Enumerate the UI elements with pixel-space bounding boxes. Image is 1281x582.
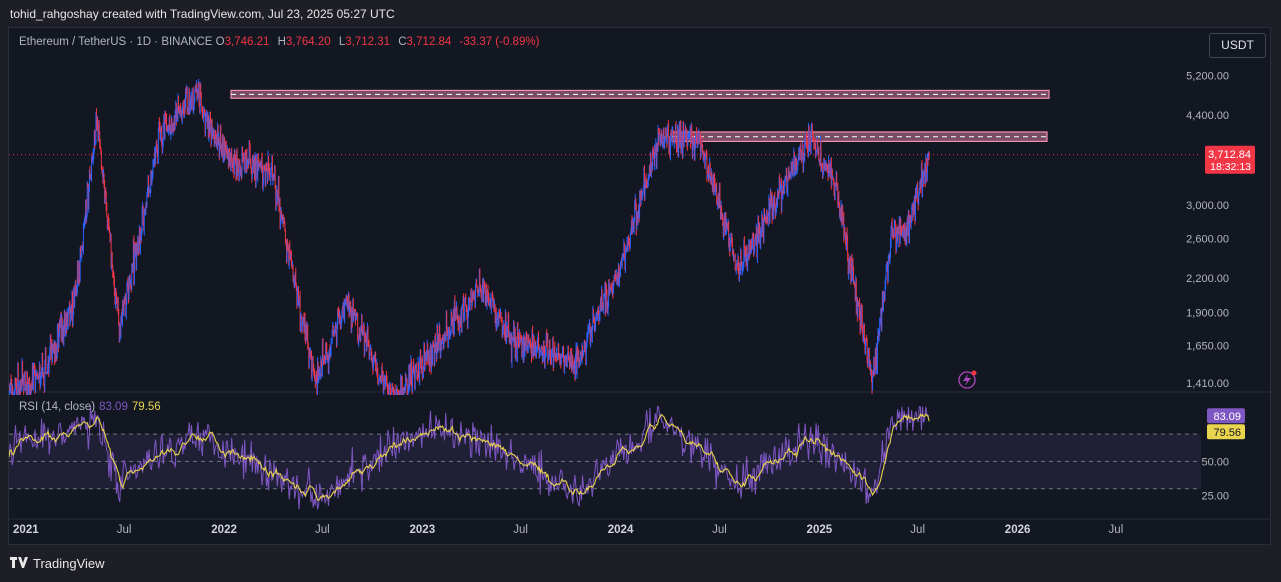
rsi-tick-label: 25.00 (1201, 491, 1229, 503)
lightning-bolt (963, 374, 971, 386)
time-axis-label: 2026 (1005, 524, 1031, 536)
time-axis-label: Jul (117, 524, 132, 536)
time-axis-label: 2024 (608, 524, 634, 536)
price-tick-label: 1,900.00 (1186, 308, 1229, 320)
rsi-legend-ma-value: 79.56 (131, 401, 161, 413)
countdown-label: 18:32:13 (1210, 161, 1251, 173)
open-value: 3,746.21 (224, 36, 270, 48)
rsi-value-label: 83.09 (1213, 411, 1241, 423)
price-tick-label: 1,410.00 (1186, 378, 1229, 390)
price-tick-label: 2,600.00 (1186, 234, 1229, 246)
last-price-label: 3,712.84 (1208, 149, 1251, 161)
chart-container[interactable]: 5,200.00 4,400.00 3,000.00 2,600.00 2,200.00… (8, 27, 1271, 545)
high-value: 3,764.20 (285, 36, 331, 48)
time-axis-label: Jul (1109, 524, 1124, 536)
tradingview-logo-icon (10, 556, 28, 571)
high-label: H (277, 36, 286, 48)
open-label: O (215, 36, 225, 48)
footer-brand: TradingView (10, 556, 105, 571)
rsi-legend-value: 83.09 (99, 401, 128, 413)
time-axis-label: 2023 (410, 524, 436, 536)
chart-attribution: tohid_rahgoshay created with TradingView… (10, 7, 395, 21)
footer-brand-name: TradingView (33, 556, 105, 571)
price-tick-label: 1,650.00 (1186, 341, 1229, 353)
price-tick-label: 5,200.00 (1186, 70, 1229, 82)
time-axis-label: 2021 (13, 524, 39, 536)
time-axis-label: 2025 (807, 524, 833, 536)
price-tick-label: 4,400.00 (1186, 110, 1229, 122)
alert-lightning-icon[interactable] (958, 370, 977, 389)
close-label: C (398, 36, 407, 48)
low-value: 3,712.31 (345, 36, 391, 48)
rsi-legend: RSI (14, close) 83.09 79.56 (19, 401, 161, 413)
alert-dot (971, 370, 977, 376)
time-axis-label: Jul (315, 524, 330, 536)
symbol-legend: Ethereum / TetherUS · 1D · BINANCE O3,74… (19, 36, 544, 48)
currency-button[interactable]: USDT (1209, 33, 1266, 58)
rsi-tick-label: 50.00 (1201, 456, 1229, 468)
rsi-ma-label: 79.56 (1213, 427, 1241, 439)
time-axis-label: Jul (712, 524, 727, 536)
price-tick-label: 2,200.00 (1186, 273, 1229, 285)
price-tick-label: 3,000.00 (1186, 200, 1229, 212)
time-axis-label: 2022 (211, 524, 237, 536)
change-value: -33.37 (-0.89%) (459, 36, 540, 48)
rsi-label[interactable]: RSI (14, close) (19, 401, 95, 413)
symbol-name[interactable]: Ethereum / TetherUS · 1D · BINANCE (19, 36, 212, 48)
close-value: 3,712.84 (406, 36, 452, 48)
price-chart[interactable]: 5,200.00 4,400.00 3,000.00 2,600.00 2,200.00… (9, 28, 1271, 545)
time-axis-label: Jul (513, 524, 528, 536)
time-axis-label: Jul (910, 524, 925, 536)
